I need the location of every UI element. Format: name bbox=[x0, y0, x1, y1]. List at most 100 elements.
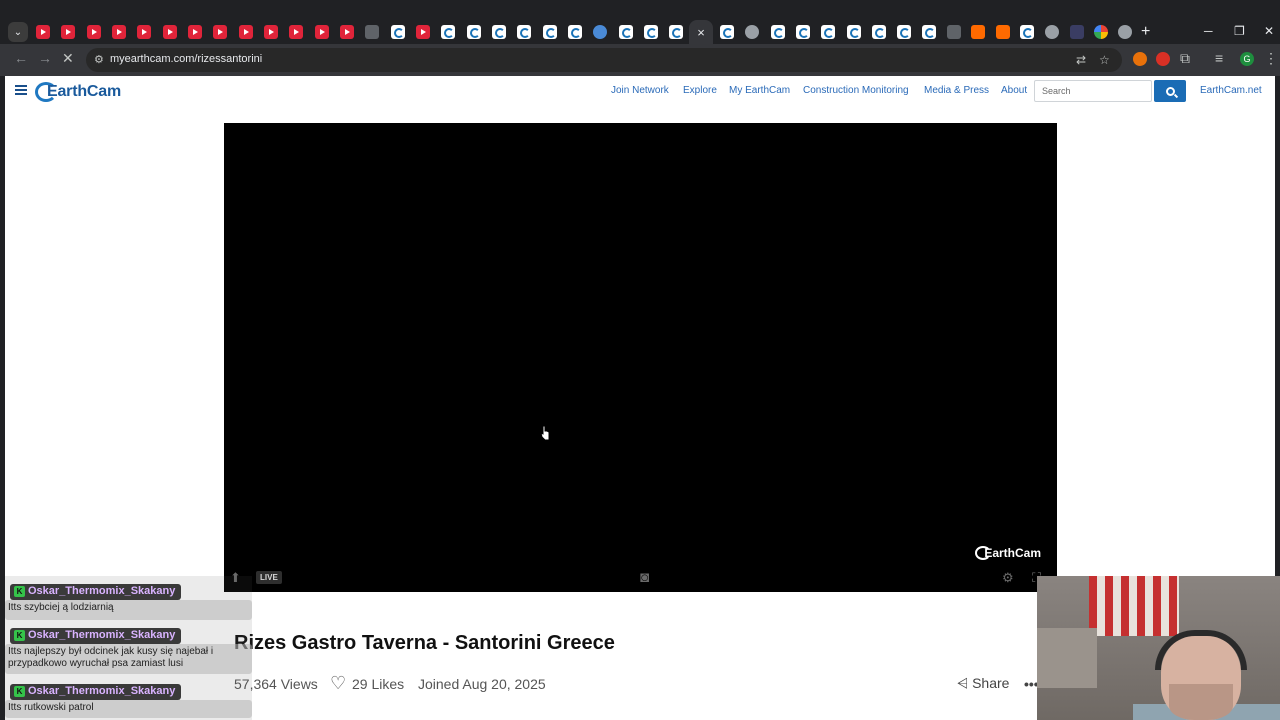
extensions-puzzle-icon[interactable]: ⧉ bbox=[1180, 50, 1190, 67]
webcam-person-beard bbox=[1169, 684, 1233, 720]
joined-date: Joined Aug 20, 2025 bbox=[418, 676, 546, 692]
like-heart-icon[interactable]: ♡ bbox=[330, 673, 346, 694]
youtube-tab-icon[interactable] bbox=[239, 25, 253, 39]
earthcam-tab-icon[interactable] bbox=[441, 25, 455, 39]
chat-message: Itts rutkowski patrol bbox=[5, 700, 252, 718]
site-tab-icon[interactable] bbox=[1070, 25, 1084, 39]
adblock-extension-icon[interactable] bbox=[1156, 52, 1170, 66]
youtube-tab-icon[interactable] bbox=[61, 25, 75, 39]
site-tab-icon[interactable] bbox=[1045, 25, 1059, 39]
youtube-tab-icon[interactable] bbox=[137, 25, 151, 39]
earthcam-tab-icon[interactable] bbox=[1020, 25, 1034, 39]
site-tab-icon[interactable] bbox=[365, 25, 379, 39]
site-info-icon[interactable]: ⚙ bbox=[94, 53, 104, 66]
youtube-tab-icon[interactable] bbox=[264, 25, 278, 39]
webcam-flag bbox=[1089, 576, 1179, 636]
likes-count[interactable]: 29 Likes bbox=[352, 676, 404, 692]
camera-title: Rizes Gastro Taverna - Santorini Greece bbox=[234, 632, 615, 654]
bookmark-star-icon[interactable]: ☆ bbox=[1099, 53, 1110, 67]
earthcam-logo[interactable]: EarthCam bbox=[35, 80, 121, 104]
youtube-tab-icon[interactable] bbox=[188, 25, 202, 39]
search-button[interactable] bbox=[1154, 80, 1186, 102]
back-icon[interactable]: ← bbox=[14, 50, 28, 66]
chat-badge-icon: K bbox=[14, 686, 25, 697]
site-tab-icon[interactable] bbox=[947, 25, 961, 39]
globe-tab-icon[interactable] bbox=[593, 25, 607, 39]
earthcam-tab-icon[interactable] bbox=[796, 25, 810, 39]
extension-icon[interactable] bbox=[1133, 52, 1147, 66]
translate-icon[interactable]: ⇄ bbox=[1076, 53, 1086, 67]
youtube-tab-icon[interactable] bbox=[315, 25, 329, 39]
share-button[interactable]: ⩤ Share bbox=[957, 675, 1009, 692]
site-tab-icon[interactable] bbox=[745, 25, 759, 39]
video-player[interactable]: EarthCam ⬆ LIVE ◙ ⚙ ⛶ bbox=[224, 123, 1057, 592]
youtube-tab-icon[interactable] bbox=[213, 25, 227, 39]
site-tab-icon[interactable] bbox=[1118, 25, 1132, 39]
earthcam-tab-icon[interactable] bbox=[619, 25, 633, 39]
browser-menu-icon[interactable]: ⋮ bbox=[1264, 50, 1278, 67]
earthcam-tab-icon[interactable] bbox=[644, 25, 658, 39]
nav-construction-monitoring[interactable]: Construction Monitoring bbox=[803, 85, 909, 96]
new-tab-icon[interactable]: + bbox=[1141, 23, 1150, 41]
earthcam-tab-icon[interactable] bbox=[517, 25, 531, 39]
earthcam-tab-icon[interactable] bbox=[467, 25, 481, 39]
nav-my-earthcam[interactable]: My EarthCam bbox=[729, 85, 790, 96]
chat-message: Itts najlepszy był odcinek jak kusy się … bbox=[5, 644, 252, 674]
chat-username: K Oskar_Thermomix_Skakany bbox=[10, 684, 182, 700]
earthcam-tab-icon[interactable] bbox=[897, 25, 911, 39]
earthcam-tab-icon[interactable] bbox=[720, 25, 734, 39]
close-window-icon[interactable]: ✕ bbox=[1264, 24, 1274, 38]
earthcam-tab-icon[interactable] bbox=[872, 25, 886, 39]
youtube-tab-icon[interactable] bbox=[163, 25, 177, 39]
nav-about[interactable]: About bbox=[1001, 85, 1027, 96]
restore-icon[interactable]: ❐ bbox=[1234, 24, 1245, 38]
chat-message: Itts szybciej ą lodziarnią bbox=[5, 600, 252, 620]
url-text[interactable]: myearthcam.com/rizessantorini bbox=[110, 53, 262, 65]
earthcam-tab-icon[interactable] bbox=[922, 25, 936, 39]
orange-tab-icon[interactable] bbox=[971, 25, 985, 39]
youtube-tab-icon[interactable] bbox=[112, 25, 126, 39]
youtube-tab-icon[interactable] bbox=[416, 25, 430, 39]
google-tab-icon[interactable] bbox=[1094, 25, 1108, 39]
search-input[interactable]: Search bbox=[1034, 80, 1152, 102]
earthcam-tab-icon[interactable] bbox=[847, 25, 861, 39]
media-controls-icon[interactable]: ≡ bbox=[1215, 50, 1223, 66]
earthcam-tab-icon[interactable] bbox=[492, 25, 506, 39]
earthcam-tab-icon[interactable] bbox=[669, 25, 683, 39]
active-tab[interactable]: × bbox=[689, 20, 713, 44]
earthcam-tab-icon[interactable] bbox=[568, 25, 582, 39]
webcam-overlay bbox=[1037, 576, 1280, 720]
youtube-tab-icon[interactable] bbox=[340, 25, 354, 39]
hamburger-menu-icon[interactable] bbox=[15, 85, 27, 95]
snapshot-camera-icon[interactable]: ◙ bbox=[640, 569, 649, 586]
youtube-tab-icon[interactable] bbox=[36, 25, 50, 39]
hand-cursor-icon bbox=[540, 425, 550, 441]
stop-loading-icon[interactable]: ✕ bbox=[62, 50, 74, 67]
live-badge[interactable]: LIVE bbox=[256, 571, 282, 584]
nav-explore[interactable]: Explore bbox=[683, 85, 717, 96]
earthcam-net-link[interactable]: EarthCam.net bbox=[1200, 85, 1262, 96]
earthcam-tab-icon[interactable] bbox=[821, 25, 835, 39]
earthcam-tab-icon[interactable] bbox=[771, 25, 785, 39]
chat-username: K Oskar_Thermomix_Skakany bbox=[10, 628, 182, 644]
address-bar[interactable]: ⚙ myearthcam.com/rizessantorini ⇄ ☆ bbox=[86, 48, 1122, 72]
minimize-icon[interactable]: ─ bbox=[1204, 24, 1213, 38]
youtube-tab-icon[interactable] bbox=[87, 25, 101, 39]
earthcam-tab-icon[interactable] bbox=[543, 25, 557, 39]
nav-media-press[interactable]: Media & Press bbox=[924, 85, 989, 96]
webcam-shelf bbox=[1037, 628, 1097, 688]
player-watermark: EarthCam bbox=[975, 546, 1041, 560]
forward-icon[interactable]: → bbox=[38, 50, 52, 66]
share-icon: ⩤ bbox=[957, 675, 969, 691]
orange-tab-icon[interactable] bbox=[996, 25, 1010, 39]
chat-badge-icon: K bbox=[14, 586, 25, 597]
nav-join-network[interactable]: Join Network bbox=[611, 85, 669, 96]
tab-search-icon[interactable]: ⌄ bbox=[8, 22, 28, 42]
search-icon bbox=[1165, 86, 1175, 96]
tab-close-icon[interactable]: × bbox=[697, 25, 705, 40]
settings-gear-icon[interactable]: ⚙ bbox=[1002, 570, 1014, 586]
document-tab-icon[interactable] bbox=[391, 25, 405, 39]
youtube-tab-icon[interactable] bbox=[289, 25, 303, 39]
profile-avatar[interactable]: G bbox=[1240, 52, 1254, 66]
chat-username: K Oskar_Thermomix_Skakany bbox=[10, 584, 182, 600]
